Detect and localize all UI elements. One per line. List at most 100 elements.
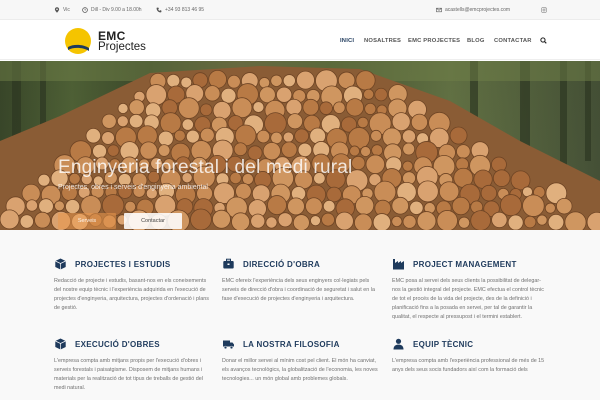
log-end — [349, 145, 360, 157]
log-end — [370, 129, 383, 142]
log-end — [166, 73, 181, 88]
log-end — [256, 129, 271, 144]
log-end — [564, 211, 587, 230]
log-end — [65, 199, 81, 215]
phone-info[interactable]: +34 93 813 46 95 — [156, 7, 204, 13]
hero-subtitle: Projectes, obres i serveis d'enginyeria … — [58, 184, 208, 191]
top-info-bar: Vic Dill - Div 9.00 a 18.00h +34 93 813 … — [0, 0, 600, 20]
log-end — [374, 87, 388, 102]
log-end — [34, 211, 51, 229]
log-end — [296, 70, 315, 90]
log-end — [416, 180, 439, 203]
log-end — [451, 196, 471, 216]
log-end — [281, 141, 298, 158]
log-end — [326, 186, 342, 203]
nav-item-emc-projectes[interactable]: EMC PROJECTES — [408, 38, 460, 44]
log-end — [264, 112, 287, 135]
log-end — [458, 216, 471, 229]
service-title: EXECUCIÓ D'OBRES — [75, 339, 160, 349]
log-end — [124, 200, 137, 213]
services-section: PROJECTES I ESTUDIS Redacció de projecte… — [0, 230, 600, 400]
log-end — [491, 211, 508, 229]
nav-item-nosaltres[interactable]: NOSALTRES — [364, 38, 401, 44]
log-end — [19, 214, 34, 229]
service-title: LA NOSTRA FILOSOFIA — [243, 339, 340, 349]
log-end — [212, 209, 231, 229]
log-end — [250, 213, 266, 229]
log-end — [252, 101, 265, 113]
log-end — [117, 102, 129, 114]
log-end — [391, 196, 410, 215]
service-text: EMC ofereix l'experiència dels seus engi… — [222, 278, 375, 302]
log-end — [227, 74, 241, 89]
log-end — [357, 116, 369, 129]
log-end — [204, 85, 221, 102]
log-end — [491, 156, 507, 173]
log-end — [556, 197, 573, 215]
log-end — [391, 215, 403, 228]
nav-item-blog[interactable]: BLOG — [467, 38, 485, 44]
hours-info: Dill - Div 9.00 a 18.00h — [82, 7, 142, 13]
log-end — [373, 180, 397, 204]
log-end — [181, 118, 194, 131]
log-end — [507, 214, 524, 230]
instagram-icon[interactable] — [541, 7, 547, 13]
hours-text: Dill - Div 9.00 a 18.00h — [91, 7, 142, 13]
log-end — [85, 128, 102, 144]
log-end — [145, 84, 167, 106]
log-end — [321, 212, 335, 227]
factory-icon — [393, 259, 404, 270]
log-end — [547, 214, 565, 230]
log-end — [0, 209, 20, 230]
log-end — [199, 127, 215, 143]
log-end — [199, 103, 213, 117]
log-end — [190, 208, 212, 230]
log-end — [347, 127, 371, 150]
service-direccio: DIRECCIÓ D'OBRA EMC ofereix l'experiènci… — [222, 257, 382, 304]
log-end — [292, 214, 310, 230]
log-end — [287, 197, 305, 216]
log-end — [409, 200, 424, 215]
log-end — [178, 97, 200, 119]
log-end — [363, 88, 375, 100]
cube-icon — [55, 258, 66, 270]
log-end — [402, 160, 414, 172]
log-end — [37, 173, 51, 187]
service-filosofia: LA NOSTRA FILOSOFIA Donar el millor serv… — [222, 337, 382, 384]
search-icon[interactable] — [540, 37, 547, 44]
log-end — [523, 215, 537, 229]
services-button[interactable]: Serveis — [58, 213, 116, 229]
log-end — [270, 131, 283, 145]
log-end — [233, 142, 248, 157]
log-end — [402, 214, 417, 229]
log-end — [333, 101, 346, 114]
log-end — [157, 144, 171, 157]
contact-button[interactable]: Contactar — [124, 213, 182, 229]
log-end — [391, 112, 411, 132]
log-end — [492, 169, 511, 187]
email-text[interactable]: acastells@emcprojectes.com — [445, 7, 510, 13]
hero-title: Enginyeria forestal i del medi rural — [58, 157, 353, 178]
logo-text-projectes: Projectes — [98, 41, 146, 53]
log-end — [456, 144, 471, 159]
briefcase-icon — [223, 258, 234, 269]
log-end — [522, 194, 545, 217]
service-equip-tecnic: EQUIP TÈCNIC L'empresa compta amb l'expe… — [392, 337, 548, 375]
log-end — [470, 210, 492, 230]
phone-text[interactable]: +34 93 813 46 95 — [165, 7, 204, 13]
site-logo[interactable]: EMC Projectes — [64, 24, 154, 56]
log-end — [220, 87, 237, 104]
log-end — [267, 195, 287, 216]
email-info[interactable]: acastells@emcprojectes.com — [436, 7, 510, 13]
nav-item-inici[interactable]: INICI — [340, 38, 354, 44]
instagram-link[interactable] — [541, 7, 547, 13]
log-end — [416, 211, 437, 230]
log-end — [54, 200, 65, 212]
log-end — [310, 215, 321, 227]
log-end — [101, 131, 115, 145]
service-title: PROJECTES I ESTUDIS — [75, 259, 171, 269]
log-end — [335, 211, 354, 230]
log-end — [128, 99, 145, 116]
phone-icon — [156, 7, 162, 13]
nav-item-contactar[interactable]: CONTACTAR — [494, 38, 532, 44]
